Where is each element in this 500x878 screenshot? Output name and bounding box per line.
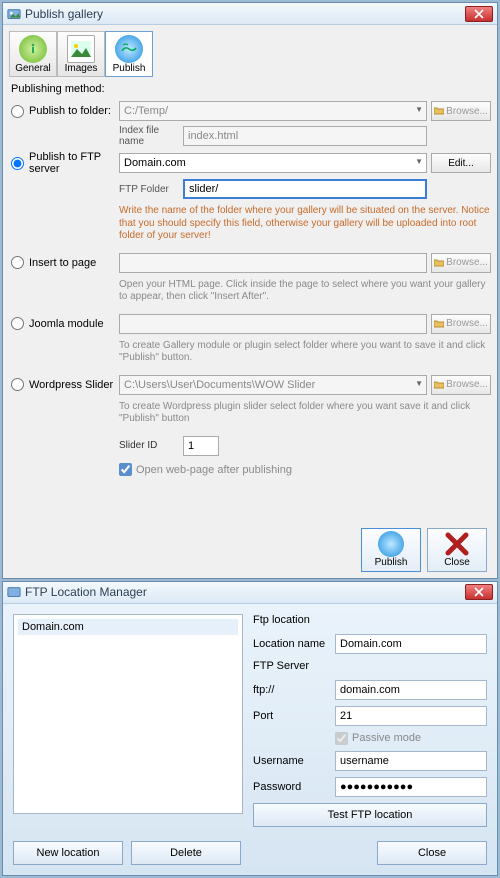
tab-label: General: [15, 63, 51, 74]
username-input[interactable]: [335, 751, 487, 771]
password-input[interactable]: [335, 777, 487, 797]
label-password: Password: [253, 781, 331, 793]
radio-publish-ftp[interactable]: [11, 157, 24, 170]
publish-gallery-window: Publish gallery General Images: [2, 2, 498, 579]
radio-joomla[interactable]: [11, 317, 24, 330]
label-wordpress: Wordpress Slider: [29, 379, 115, 391]
browse-wordpress-button[interactable]: Browse...: [431, 375, 491, 395]
label-open-webpage: Open web-page after publishing: [136, 464, 292, 476]
folder-path-input: [119, 101, 427, 121]
list-item[interactable]: Domain.com: [18, 619, 238, 635]
ftp-folder-input[interactable]: [183, 179, 427, 199]
publishing-method-label: Publishing method:: [11, 83, 491, 95]
images-icon: [67, 35, 95, 63]
radio-publish-folder[interactable]: [11, 105, 24, 118]
label-username: Username: [253, 755, 331, 767]
radio-insert-page[interactable]: [11, 256, 24, 269]
window-body: General Images Publish Publishing method…: [3, 25, 497, 578]
label-publish-folder: Publish to folder:: [29, 105, 115, 117]
open-webpage-checkbox[interactable]: [119, 463, 132, 476]
location-name-input[interactable]: [335, 634, 487, 654]
folder-icon: [434, 320, 444, 328]
tab-label: Publish: [113, 63, 146, 74]
info-icon: [19, 35, 47, 63]
label-location-name: Location name: [253, 638, 331, 650]
browse-joomla-button[interactable]: Browse...: [431, 314, 491, 334]
publish-button[interactable]: Publish: [361, 528, 421, 572]
joomla-hint: To create Gallery module or plugin selec…: [119, 340, 491, 365]
passive-mode-checkbox: [335, 732, 348, 745]
wordpress-path-input: [119, 375, 427, 395]
window-body: Domain.com Ftp location Location name FT…: [3, 604, 497, 875]
label-index-file: Index file name: [119, 125, 179, 147]
close-x-icon: [444, 531, 470, 557]
globe-icon: [115, 35, 143, 63]
dialog-buttons: Publish Close: [9, 528, 491, 572]
insert-page-input: [119, 253, 427, 273]
close-icon[interactable]: [465, 6, 493, 22]
host-input[interactable]: [335, 680, 487, 700]
label-insert-page: Insert to page: [29, 257, 115, 269]
ftp-folder-hint: Write the name of the folder where your …: [119, 205, 491, 243]
new-location-button[interactable]: New location: [13, 841, 123, 865]
label-ftp-folder: FTP Folder: [119, 184, 179, 195]
tab-images[interactable]: Images: [57, 31, 105, 77]
section-ftp-location: Ftp location: [253, 614, 487, 626]
label-passive-mode: Passive mode: [352, 732, 421, 744]
browse-insert-button[interactable]: Browse...: [431, 253, 491, 273]
label-publish-ftp: Publish to FTP server: [29, 151, 115, 175]
folder-icon: [434, 381, 444, 389]
joomla-path-input: [119, 314, 427, 334]
ftp-location-manager-window: FTP Location Manager Domain.com Ftp loca…: [2, 581, 498, 876]
index-file-input: [183, 126, 427, 146]
delete-button[interactable]: Delete: [131, 841, 241, 865]
folder-icon: [434, 107, 444, 115]
titlebar: FTP Location Manager: [3, 582, 497, 604]
ftp-location-form: Ftp location Location name FTP Server ft…: [253, 614, 487, 827]
close-button[interactable]: Close: [377, 841, 487, 865]
ftp-location-list[interactable]: Domain.com: [13, 614, 243, 814]
label-protocol: ftp://: [253, 684, 331, 696]
insert-page-hint: Open your HTML page. Click inside the pa…: [119, 279, 491, 304]
section-ftp-server: FTP Server: [253, 660, 487, 672]
close-button[interactable]: Close: [427, 528, 487, 572]
close-icon[interactable]: [465, 584, 493, 600]
browse-folder-button[interactable]: Browse...: [431, 101, 491, 121]
label-joomla: Joomla module: [29, 318, 115, 330]
ftp-server-select[interactable]: [119, 153, 427, 173]
folder-icon: [434, 259, 444, 267]
label-port: Port: [253, 710, 331, 722]
radio-wordpress[interactable]: [11, 378, 24, 391]
test-ftp-button[interactable]: Test FTP location: [253, 803, 487, 827]
globe-icon: [378, 531, 404, 557]
edit-ftp-button[interactable]: Edit...: [431, 153, 491, 173]
wordpress-hint: To create Wordpress plugin slider select…: [119, 401, 491, 426]
window-title: Publish gallery: [25, 7, 465, 21]
port-input[interactable]: [335, 706, 487, 726]
label-slider-id: Slider ID: [119, 440, 179, 451]
app-icon: [7, 585, 21, 599]
slider-id-stepper[interactable]: [183, 436, 219, 456]
tab-publish[interactable]: Publish: [105, 31, 153, 77]
app-icon: [7, 7, 21, 21]
tab-general[interactable]: General: [9, 31, 57, 77]
window-title: FTP Location Manager: [25, 585, 465, 599]
tab-row: General Images Publish: [9, 31, 491, 77]
tab-label: Images: [65, 63, 98, 74]
dialog-buttons: New location Delete Close: [13, 841, 487, 865]
titlebar: Publish gallery: [3, 3, 497, 25]
